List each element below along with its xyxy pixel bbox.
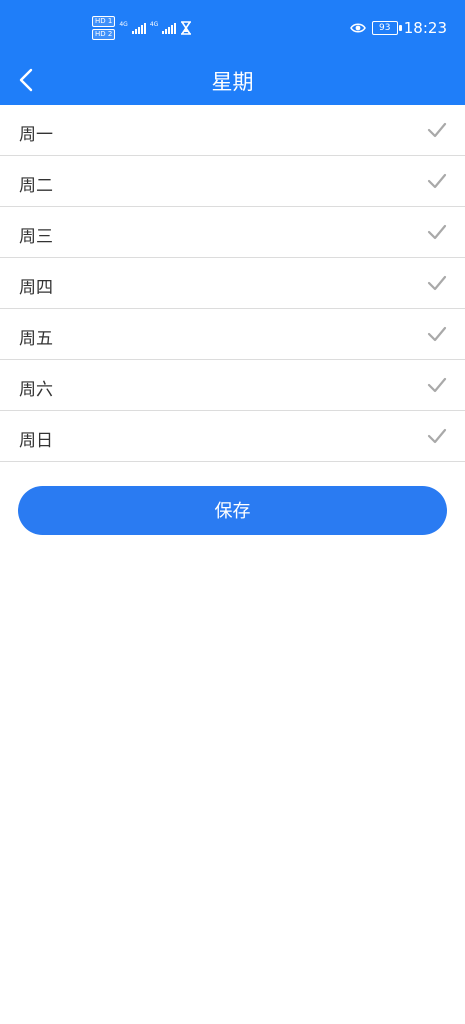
weekday-label: 周日 bbox=[19, 431, 53, 451]
sim-indicators: HD 1 HD 2 bbox=[92, 16, 116, 40]
check-icon bbox=[427, 224, 447, 240]
weekday-item-monday[interactable]: 周一 bbox=[0, 105, 465, 156]
check-icon bbox=[427, 122, 447, 138]
eye-icon bbox=[349, 23, 366, 33]
weekday-item-friday[interactable]: 周五 bbox=[0, 309, 465, 360]
check-icon bbox=[427, 428, 447, 444]
network-type-2: 4G bbox=[149, 21, 159, 28]
clock: 18:23 bbox=[403, 19, 447, 37]
check-icon bbox=[427, 326, 447, 342]
signal-bars-1-icon bbox=[131, 22, 146, 34]
sim2-badge: HD 2 bbox=[92, 29, 116, 40]
weekday-label: 周二 bbox=[19, 176, 53, 196]
weekday-label: 周五 bbox=[19, 329, 53, 349]
battery-icon: 93 bbox=[371, 21, 402, 35]
weekday-label: 周六 bbox=[19, 380, 53, 400]
hourglass-icon bbox=[181, 21, 192, 35]
page-title: 星期 bbox=[211, 70, 254, 94]
check-icon bbox=[427, 377, 447, 393]
check-icon bbox=[427, 275, 447, 291]
save-button[interactable]: 保存 bbox=[18, 486, 447, 535]
weekday-item-wednesday[interactable]: 周三 bbox=[0, 207, 465, 258]
status-right: 93 18:23 bbox=[349, 19, 447, 37]
weekday-item-saturday[interactable]: 周六 bbox=[0, 360, 465, 411]
weekday-item-sunday[interactable]: 周日 bbox=[0, 411, 465, 462]
signal-bars-2-icon bbox=[162, 22, 177, 34]
weekday-item-thursday[interactable]: 周四 bbox=[0, 258, 465, 309]
weekday-label: 周四 bbox=[19, 278, 53, 298]
weekday-label: 周三 bbox=[19, 227, 53, 247]
status-bar: HD 1 HD 2 4G 4G 93 18:23 bbox=[0, 0, 465, 55]
weekday-label: 周一 bbox=[19, 125, 53, 145]
sim1-badge: HD 1 bbox=[92, 16, 116, 27]
weekday-list: 周一 周二 周三 周四 周五 周六 周日 bbox=[0, 105, 465, 462]
weekday-item-tuesday[interactable]: 周二 bbox=[0, 156, 465, 207]
header: 星期 bbox=[0, 55, 465, 105]
check-icon bbox=[427, 173, 447, 189]
status-left: HD 1 HD 2 4G 4G bbox=[92, 16, 192, 40]
network-type-1: 4G bbox=[119, 21, 128, 28]
